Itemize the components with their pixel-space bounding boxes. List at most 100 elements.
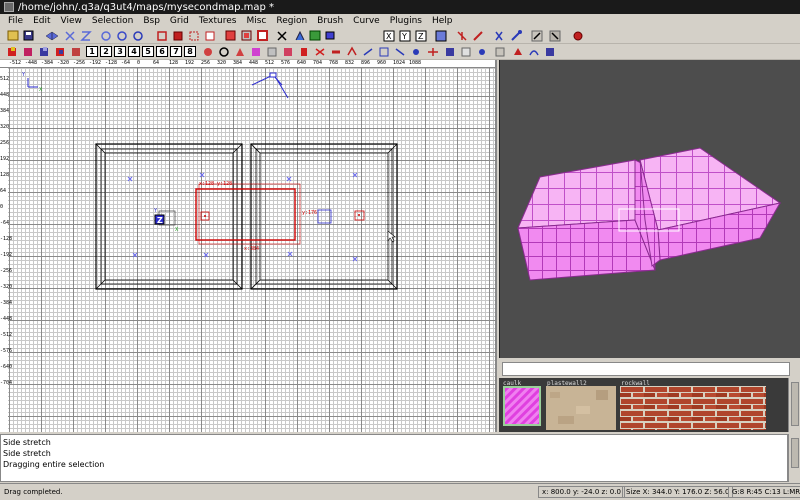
curve-point-icon[interactable]: [413, 48, 419, 55]
flip-z-icon[interactable]: [80, 30, 92, 41]
hollow-icon[interactable]: [257, 29, 268, 41]
overlay-icon[interactable]: [495, 47, 505, 56]
bevel-icon[interactable]: [267, 47, 277, 56]
csg-subtract-icon[interactable]: [225, 30, 236, 40]
sides-icon[interactable]: [252, 47, 260, 56]
brush-block-left[interactable]: [517, 159, 656, 281]
dentures-icon[interactable]: [315, 47, 325, 56]
xy-grid-view[interactable]: -512 -448 -384 -320 -256 -192 -128 -64 0 64 128 192…: [0, 60, 497, 432]
cap-icon[interactable]: [347, 45, 357, 55]
y-axis-view-icon[interactable]: Y: [399, 30, 411, 41]
sphere-icon[interactable]: [204, 47, 212, 56]
player-start-entity[interactable]: Z Y X: [153, 208, 179, 233]
layer-button-8[interactable]: 8: [184, 46, 196, 57]
redisperse-icon[interactable]: [395, 47, 405, 56]
rotate-y-icon[interactable]: [117, 30, 127, 41]
entity-box-right[interactable]: [317, 209, 332, 224]
select-complete-tall-icon[interactable]: [157, 30, 167, 41]
scrollbar-thumb[interactable]: [791, 382, 799, 426]
clipper-icon[interactable]: [277, 30, 287, 41]
scale-icon[interactable]: [473, 30, 483, 41]
cycle-cap-icon[interactable]: [514, 47, 522, 55]
drag-vertices-icon[interactable]: [511, 29, 522, 41]
camera-marker[interactable]: [251, 72, 289, 99]
menu-plugins[interactable]: Plugins: [390, 16, 422, 26]
patch-color-icon[interactable]: [56, 47, 64, 56]
csg-merge-icon[interactable]: [241, 30, 252, 40]
endcap-icon[interactable]: [284, 47, 292, 56]
layer-button-6[interactable]: 6: [156, 46, 168, 57]
menu-view[interactable]: View: [61, 16, 82, 26]
cone-icon[interactable]: [236, 47, 244, 56]
rotate-mode-icon[interactable]: [549, 30, 561, 41]
console-line: Side stretch: [3, 449, 51, 458]
texture-item-plastewall2[interactable]: plastewall2: [545, 378, 617, 432]
select-inside-icon[interactable]: [205, 31, 215, 40]
cube-clip-icon[interactable]: [435, 30, 447, 41]
menu-textures[interactable]: Textures: [199, 16, 237, 26]
layer-button-3[interactable]: 3: [114, 46, 126, 57]
select-partial-tall-icon[interactable]: [189, 31, 199, 40]
snap-icon[interactable]: [479, 48, 485, 55]
help-icon[interactable]: [573, 31, 583, 40]
flip-y-icon[interactable]: [65, 30, 75, 41]
menu-help[interactable]: Help: [432, 16, 453, 26]
layer-button-7[interactable]: 7: [170, 46, 182, 57]
brush-block-right[interactable]: [639, 147, 782, 267]
camera-3d-view[interactable]: [499, 60, 800, 358]
rotate-z-icon[interactable]: [133, 30, 143, 41]
drag-faces-icon[interactable]: [531, 30, 543, 41]
entity-color-icon[interactable]: [24, 47, 32, 56]
weld-icon[interactable]: [461, 47, 471, 56]
menu-bar: File Edit View Selection Bsp Grid Textur…: [0, 14, 800, 28]
room-left-brushes[interactable]: [95, 143, 243, 290]
cylinder-icon[interactable]: [301, 47, 307, 56]
flip-x-icon[interactable]: [45, 31, 59, 40]
texture-filter-input[interactable]: [502, 362, 790, 376]
grid-canvas[interactable]: Y X Z Y X x:128 y:128 y:176 x:384: [0, 60, 497, 432]
layer-button-2[interactable]: 2: [100, 46, 112, 57]
menu-bsp[interactable]: Bsp: [143, 16, 160, 26]
matrix-icon[interactable]: [379, 47, 389, 56]
texture-browser[interactable]: caulk plastewall2 rockwall: [499, 378, 788, 432]
bend-icon[interactable]: [529, 49, 539, 55]
octagon-icon[interactable]: [219, 46, 229, 57]
texture-browser-scrollbar[interactable]: [788, 378, 800, 432]
select-touching-icon[interactable]: [173, 31, 183, 40]
fit-icon[interactable]: [546, 47, 554, 56]
layer-button-1[interactable]: 1: [86, 46, 98, 57]
drag-edges-icon[interactable]: [495, 31, 503, 40]
camera-icon[interactable]: [325, 31, 335, 39]
layer-button-5[interactable]: 5: [142, 46, 154, 57]
texture-item-caulk[interactable]: caulk: [501, 378, 545, 432]
brush-color-icon[interactable]: [8, 46, 16, 56]
invert-curve-icon[interactable]: [363, 47, 373, 56]
menu-selection[interactable]: Selection: [92, 16, 133, 26]
merge-icon[interactable]: [446, 47, 454, 56]
save-icon[interactable]: [23, 30, 34, 40]
menu-region[interactable]: Region: [276, 16, 307, 26]
selected-brush[interactable]: x:128 y:128 y:176 x:384: [195, 181, 365, 252]
detail-color-icon[interactable]: [72, 47, 80, 56]
split-icon[interactable]: [428, 47, 438, 56]
change-view-icon[interactable]: [295, 30, 305, 40]
room-right-brushes[interactable]: [250, 143, 398, 290]
patch-icon[interactable]: [457, 30, 467, 41]
texture-item-rockwall[interactable]: rockwall: [619, 378, 769, 432]
z-axis-view-icon[interactable]: Z: [415, 30, 427, 41]
menu-grid[interactable]: Grid: [170, 16, 189, 26]
menu-file[interactable]: File: [8, 16, 23, 26]
menu-edit[interactable]: Edit: [33, 16, 50, 26]
x-axis-view-icon[interactable]: X: [383, 30, 395, 41]
layer-button-4[interactable]: 4: [128, 46, 140, 57]
rotate-x-icon[interactable]: [101, 30, 111, 41]
open-icon[interactable]: [7, 30, 19, 40]
menu-brush[interactable]: Brush: [317, 16, 343, 26]
console-scrollbar[interactable]: [788, 434, 800, 482]
camera-3d-canvas[interactable]: [500, 60, 800, 358]
texture-view-icon[interactable]: [309, 30, 321, 40]
scrollbar-thumb[interactable]: [791, 438, 799, 468]
light-color-icon[interactable]: [40, 46, 48, 56]
menu-curve[interactable]: Curve: [353, 16, 380, 26]
menu-misc[interactable]: Misc: [246, 16, 266, 26]
